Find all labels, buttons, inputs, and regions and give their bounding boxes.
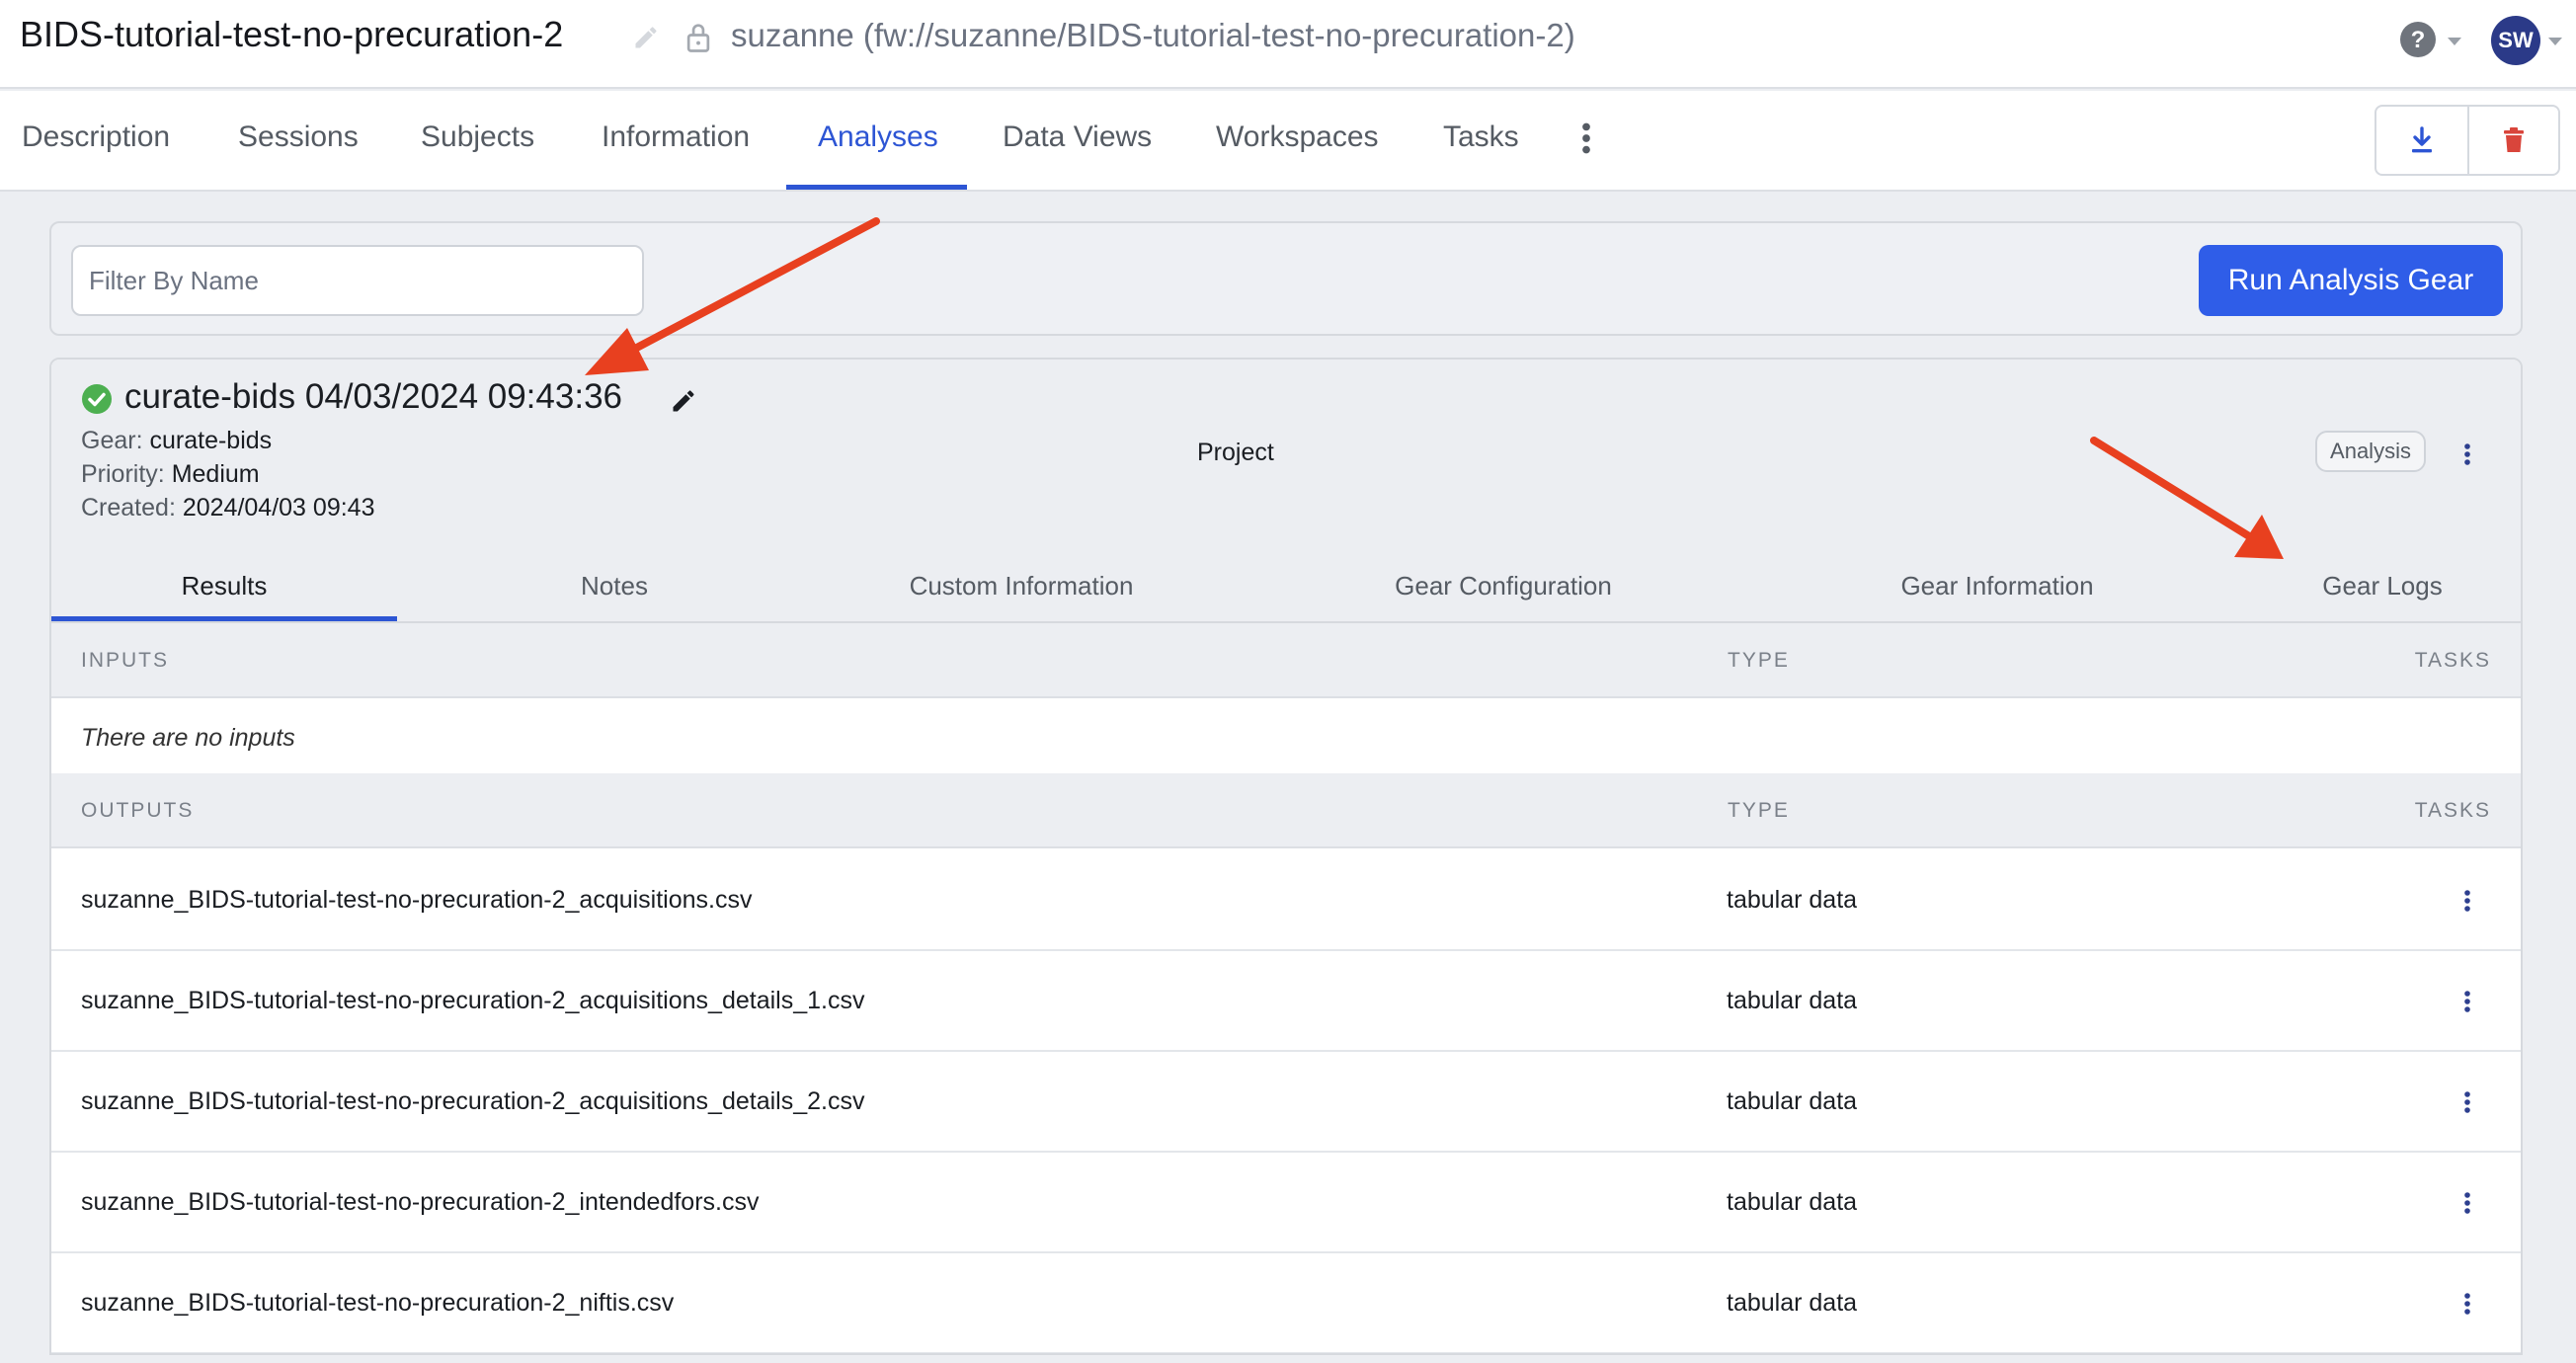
analysis-card: curate-bids 04/03/2024 09:43:36 Gear: cu… xyxy=(49,358,2523,1355)
chevron-down-icon[interactable] xyxy=(2548,38,2562,45)
more-tabs-icon[interactable] xyxy=(1578,120,1594,156)
tab-tasks[interactable]: Tasks xyxy=(1443,120,1519,154)
tab-description[interactable]: Description xyxy=(22,120,170,154)
edit-label-icon[interactable] xyxy=(670,387,697,415)
subtab-gear-configuration[interactable]: Gear Configuration xyxy=(1286,571,1721,601)
created-value: 2024/04/03 09:43 xyxy=(182,494,375,521)
filter-by-name-input[interactable] xyxy=(71,245,644,316)
run-analysis-gear-button[interactable]: Run Analysis Gear xyxy=(2199,245,2503,316)
inputs-column-header: INPUTS xyxy=(81,649,170,672)
row-menu-icon[interactable] xyxy=(2461,887,2473,915)
no-inputs-message: There are no inputs xyxy=(81,724,295,752)
outputs-column-header: OUTPUTS xyxy=(81,799,195,822)
outputs-type-column-header: TYPE xyxy=(1728,799,1790,822)
row-menu-icon[interactable] xyxy=(2461,1189,2473,1217)
tab-data-views[interactable]: Data Views xyxy=(1003,120,1152,154)
table-row[interactable]: suzanne_BIDS-tutorial-test-no-precuratio… xyxy=(51,850,2521,951)
tab-information[interactable]: Information xyxy=(602,120,750,154)
row-menu-icon[interactable] xyxy=(2461,1088,2473,1116)
inputs-tasks-column-header: TASKS xyxy=(2414,649,2491,672)
subtab-notes[interactable]: Notes xyxy=(466,571,763,601)
output-file-name[interactable]: suzanne_BIDS-tutorial-test-no-precuratio… xyxy=(81,1188,759,1217)
output-file-type: tabular data xyxy=(1727,1289,1858,1317)
analysis-title: curate-bids 04/03/2024 09:43:36 xyxy=(124,377,622,416)
analysis-header: curate-bids 04/03/2024 09:43:36 Gear: cu… xyxy=(51,360,2521,623)
output-file-type: tabular data xyxy=(1727,1087,1858,1115)
row-menu-icon[interactable] xyxy=(2461,1290,2473,1318)
subtab-results[interactable]: Results xyxy=(51,571,397,601)
chevron-down-icon[interactable] xyxy=(2448,38,2461,45)
analysis-menu-icon[interactable] xyxy=(2461,441,2473,468)
subtab-gear-information[interactable]: Gear Information xyxy=(1790,571,2205,601)
subtab-custom-information[interactable]: Custom Information xyxy=(824,571,1219,601)
table-row[interactable]: suzanne_BIDS-tutorial-test-no-precuratio… xyxy=(51,1052,2521,1153)
subtab-gear-logs[interactable]: Gear Logs xyxy=(2264,571,2501,601)
active-tab-indicator xyxy=(786,185,967,190)
priority-meta: Priority: Medium xyxy=(81,460,260,489)
avatar[interactable]: SW xyxy=(2491,16,2540,65)
inputs-table-header: INPUTS TYPE TASKS xyxy=(51,623,2521,698)
svg-text:?: ? xyxy=(2411,27,2426,53)
outputs-table-header: OUTPUTS TYPE TASKS xyxy=(51,773,2521,848)
filter-panel: Run Analysis Gear xyxy=(49,221,2523,336)
success-check-icon xyxy=(82,384,112,414)
table-row[interactable]: suzanne_BIDS-tutorial-test-no-precuratio… xyxy=(51,1253,2521,1353)
tab-analyses[interactable]: Analyses xyxy=(818,120,938,154)
created-meta: Created: 2024/04/03 09:43 xyxy=(81,494,374,522)
tab-subjects[interactable]: Subjects xyxy=(421,120,534,154)
download-button[interactable] xyxy=(2376,107,2467,174)
output-file-type: tabular data xyxy=(1727,1188,1858,1216)
output-file-type: tabular data xyxy=(1727,987,1858,1014)
tab-workspaces[interactable]: Workspaces xyxy=(1216,120,1379,154)
output-file-type: tabular data xyxy=(1727,886,1858,914)
priority-value: Medium xyxy=(171,460,260,488)
project-actions xyxy=(2375,105,2560,176)
inputs-empty-row: There are no inputs xyxy=(51,700,2521,775)
project-path: suzanne (fw://suzanne/BIDS-tutorial-test… xyxy=(731,17,1575,53)
output-file-name[interactable]: suzanne_BIDS-tutorial-test-no-precuratio… xyxy=(81,987,864,1015)
top-header: BIDS-tutorial-test-no-precuration-2 suza… xyxy=(0,0,2576,89)
table-row[interactable]: suzanne_BIDS-tutorial-test-no-precuratio… xyxy=(51,1153,2521,1253)
lock-icon xyxy=(686,24,710,52)
project-nav: Description Sessions Subjects Informatio… xyxy=(0,91,2576,192)
priority-label: Priority: xyxy=(81,460,165,488)
gear-label: Gear: xyxy=(81,427,143,454)
download-icon xyxy=(2412,126,2432,153)
parent-container-label: Project xyxy=(1197,439,1274,466)
output-file-name[interactable]: suzanne_BIDS-tutorial-test-no-precuratio… xyxy=(81,1087,864,1116)
row-menu-icon[interactable] xyxy=(2461,988,2473,1015)
analysis-badge: Analysis xyxy=(2315,431,2426,472)
created-label: Created: xyxy=(81,494,176,521)
help-icon[interactable]: ? xyxy=(2398,20,2438,59)
delete-button[interactable] xyxy=(2467,107,2558,174)
analysis-subtabs: Results Notes Custom Information Gear Co… xyxy=(51,553,2521,622)
tab-sessions[interactable]: Sessions xyxy=(238,120,359,154)
output-file-name[interactable]: suzanne_BIDS-tutorial-test-no-precuratio… xyxy=(81,886,753,915)
output-file-name[interactable]: suzanne_BIDS-tutorial-test-no-precuratio… xyxy=(81,1289,674,1318)
gear-value: curate-bids xyxy=(149,427,273,454)
gear-meta: Gear: curate-bids xyxy=(81,427,272,455)
outputs-tasks-column-header: TASKS xyxy=(2414,799,2491,822)
project-title: BIDS-tutorial-test-no-precuration-2 xyxy=(20,14,564,54)
inputs-type-column-header: TYPE xyxy=(1728,649,1790,672)
table-row[interactable]: suzanne_BIDS-tutorial-test-no-precuratio… xyxy=(51,951,2521,1052)
trash-icon xyxy=(2504,127,2524,152)
edit-icon[interactable] xyxy=(632,24,660,51)
